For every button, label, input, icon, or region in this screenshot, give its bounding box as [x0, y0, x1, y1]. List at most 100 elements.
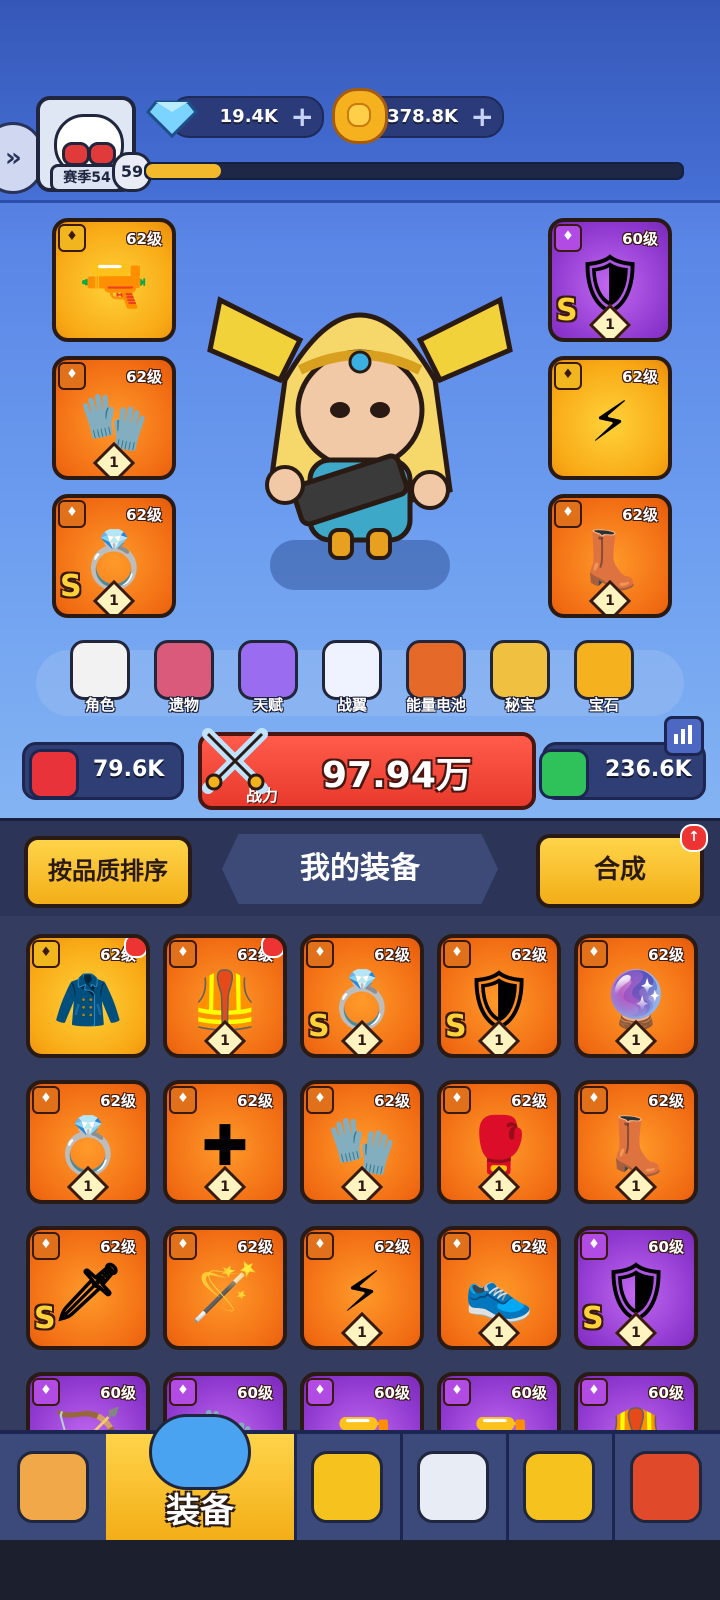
menu-relic[interactable]: 遗物 [146, 640, 222, 715]
equipped-slot[interactable]: ♦ ⚡ 62级 [548, 356, 672, 480]
sort-by-quality-button[interactable]: 按品质排序 [24, 836, 192, 908]
inventory-slot[interactable]: ♦ 🧥 62级 [26, 934, 150, 1058]
item-level: 62级 [622, 506, 658, 524]
s-rank-badge: S [60, 569, 82, 604]
slot-type-icon: ♦ [306, 1378, 334, 1406]
relic-icon [154, 640, 214, 700]
inventory-slot[interactable]: ♦ 🔫 60级 [437, 1372, 561, 1430]
item-count: 1 [109, 593, 119, 609]
gem-icon [574, 640, 634, 700]
nav-tab-star-guns[interactable] [294, 1434, 403, 1540]
item-level: 62级 [237, 1092, 273, 1110]
slot-type-icon: ♦ [580, 1232, 608, 1260]
menu-wings[interactable]: 战翼 [314, 640, 390, 715]
item-level: 62级 [374, 1238, 410, 1256]
inventory-slot[interactable]: ♦ 🛡 62级 S 1 [437, 934, 561, 1058]
inventory-slot[interactable]: ♦ 🥊 62级 1 [437, 1080, 561, 1204]
item-level: 62级 [374, 946, 410, 964]
item-level: 60级 [622, 230, 658, 248]
merge-alert-badge: ↑ [680, 824, 708, 852]
item-level: 62级 [622, 368, 658, 386]
item-level: 62级 [374, 1092, 410, 1110]
item-level: 62级 [126, 368, 162, 386]
inventory-slot[interactable]: ♦ 👟 62级 1 [437, 1226, 561, 1350]
menu-gem[interactable]: 宝石 [566, 640, 642, 715]
item-level: 62级 [648, 1092, 684, 1110]
nav-tab-equipment-ring[interactable]: 装备 [106, 1414, 297, 1540]
nav-tab-hexagon-tiles[interactable] [400, 1434, 509, 1540]
belt-icon: ⚡ [590, 389, 630, 455]
xp-progress-fill [146, 164, 222, 178]
item-count: 1 [631, 1033, 641, 1049]
item-count: 1 [494, 1179, 504, 1195]
slot-type-icon: ♦ [580, 1378, 608, 1406]
attack-stat: 79.6K [22, 742, 184, 800]
inventory-slot[interactable]: ♦ 🪄 62级 [163, 1226, 287, 1350]
xp-progress-bar [144, 162, 684, 180]
item-level: 62级 [237, 1238, 273, 1256]
item-count: 1 [605, 593, 615, 609]
chick-icon [523, 1451, 595, 1523]
menu-treasure[interactable]: 秘宝 [482, 640, 558, 715]
inventory-slot[interactable]: ♦ 🦺 60级 [574, 1372, 698, 1430]
item-count: 1 [220, 1033, 230, 1049]
inventory-slot[interactable]: ♦ 🗡 62级 S [26, 1226, 150, 1350]
item-level: 62级 [648, 946, 684, 964]
slot-type-icon: ♦ [58, 362, 86, 390]
nav-tab-chick[interactable] [506, 1434, 615, 1540]
equipped-slot[interactable]: ♦ 💍 62级 S 1 [52, 494, 176, 618]
item-count: 1 [357, 1033, 367, 1049]
slot-type-icon: ♦ [169, 1378, 197, 1406]
inventory-slot[interactable]: ♦ 🔮 62级 1 [574, 934, 698, 1058]
item-count: 1 [494, 1325, 504, 1341]
merge-button[interactable]: 合成 [536, 834, 704, 908]
equipped-slot[interactable]: ♦ 🔫 62级 [52, 218, 176, 342]
cape-icon: 🧥 [53, 967, 123, 1033]
purple-item-3-icon: 🔫 [327, 1410, 397, 1430]
inventory-slot[interactable]: ♦ 🏹 60级 [26, 1372, 150, 1430]
menu-battery[interactable]: 能量电池 [398, 640, 474, 715]
inventory-slot[interactable]: ♦ 🦺 62级 1 [163, 934, 287, 1058]
equipped-slot[interactable]: ♦ 🛡 60级 S 1 [548, 218, 672, 342]
wings-icon [322, 640, 382, 700]
nav-tab-house[interactable] [0, 1434, 109, 1540]
hero-character[interactable] [190, 260, 530, 590]
menu-talent-capsule[interactable]: 天赋 [230, 640, 306, 715]
slot-type-icon: ♦ [580, 1086, 608, 1114]
talent-capsule-icon [238, 640, 298, 700]
equipped-slot[interactable]: ♦ 🧤 62级 1 [52, 356, 176, 480]
inventory-slot[interactable]: ♦ 💍 62级 S 1 [300, 934, 424, 1058]
add-coins-button[interactable]: + [471, 100, 494, 133]
inventory-slot[interactable]: ♦ 👢 62级 1 [574, 1080, 698, 1204]
inventory-slot[interactable]: ♦ 🧤 62级 1 [300, 1080, 424, 1204]
s-rank-badge: S [445, 1009, 467, 1044]
attack-value: 79.6K [93, 757, 165, 782]
menu-label: 天赋 [252, 696, 283, 714]
stats-chart-button[interactable] [664, 716, 704, 756]
item-level: 60级 [648, 1384, 684, 1402]
slot-type-icon: ♦ [554, 500, 582, 528]
bar-chart-icon [674, 725, 692, 744]
combat-power-value: 97.94万 [322, 755, 472, 796]
inventory-slot[interactable]: ♦ 🛡 60级 S 1 [574, 1226, 698, 1350]
item-level: 62级 [100, 1238, 136, 1256]
crossed-swords-icon [202, 728, 268, 794]
slot-type-icon: ♦ [580, 940, 608, 968]
inventory-slot[interactable]: ♦ ⚡ 62级 1 [300, 1226, 424, 1350]
slot-type-icon: ♦ [443, 1378, 471, 1406]
slot-type-icon: ♦ [58, 500, 86, 528]
add-gems-button[interactable]: + [291, 100, 314, 133]
nav-tab-treasure-chest[interactable] [612, 1434, 720, 1540]
slot-type-icon: ♦ [554, 224, 582, 252]
inventory-slot[interactable]: ♦ ✚ 62级 1 [163, 1080, 287, 1204]
equipped-slot[interactable]: ♦ 👢 62级 1 [548, 494, 672, 618]
wand-icon: 🪄 [190, 1259, 260, 1325]
item-level: 60级 [374, 1384, 410, 1402]
slot-type-icon: ♦ [443, 1086, 471, 1114]
inventory-slot[interactable]: ♦ 🔫 60级 [300, 1372, 424, 1430]
avatar-eye [62, 142, 90, 166]
menu-character[interactable]: 角色 [62, 640, 138, 715]
inventory-slot[interactable]: ♦ 💍 62级 1 [26, 1080, 150, 1204]
slot-type-icon: ♦ [32, 1232, 60, 1260]
item-count: 1 [357, 1325, 367, 1341]
